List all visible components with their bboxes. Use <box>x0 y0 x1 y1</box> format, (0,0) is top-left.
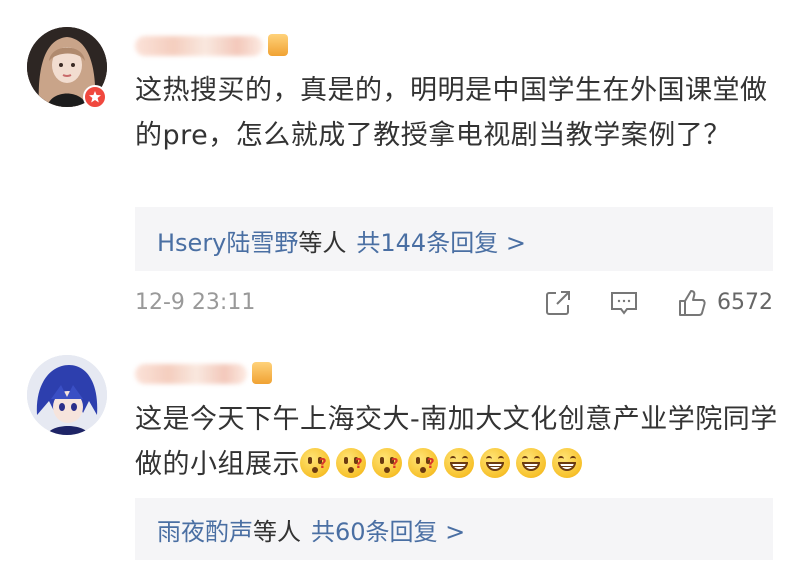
replies-preview[interactable]: 雨夜酌声等人 共60条回复 > <box>135 498 773 560</box>
verified-badge-icon <box>83 85 107 109</box>
member-badge-icon <box>268 34 288 56</box>
reply-user-link[interactable]: 雨夜酌声 <box>157 518 253 546</box>
emoji-row: ???? <box>300 448 588 480</box>
member-badge-icon <box>252 362 272 384</box>
grinning-face-emoji <box>552 448 582 478</box>
comment-time: 12-9 23:11 <box>135 290 256 315</box>
comment-text: 这热搜买的，真是的，明明是中国学生在外国课堂做的pre，怎么就成了教授拿电视剧当… <box>135 75 768 151</box>
share-icon[interactable] <box>542 287 574 319</box>
reply-count-link[interactable]: 共60条回复 > <box>311 518 465 546</box>
thinking-face-emoji: ? <box>300 448 330 478</box>
comment-text: 这是今天下午上海交大-南加大文化创意产业学院同学做的小组展示???? <box>135 397 785 487</box>
like-icon[interactable] <box>676 287 708 319</box>
replies-preview[interactable]: Hsery陆雪野等人 共144条回复 > <box>135 207 773 271</box>
thinking-face-emoji: ? <box>336 448 366 478</box>
username-blurred[interactable] <box>135 364 247 384</box>
avatar[interactable] <box>27 355 107 435</box>
thinking-face-emoji: ? <box>408 448 438 478</box>
thinking-face-emoji: ? <box>372 448 402 478</box>
grinning-face-emoji <box>516 448 546 478</box>
comment-icon[interactable] <box>608 287 640 319</box>
grinning-face-emoji <box>480 448 510 478</box>
reply-count-link[interactable]: 共144条回复 > <box>356 229 526 257</box>
reply-suffix: 等人 <box>298 229 347 257</box>
username-blurred[interactable] <box>135 36 263 56</box>
grinning-face-emoji <box>444 448 474 478</box>
reply-user-link[interactable]: Hsery陆雪野 <box>157 229 298 257</box>
like-count: 6572 <box>717 290 773 315</box>
reply-suffix: 等人 <box>253 518 301 546</box>
